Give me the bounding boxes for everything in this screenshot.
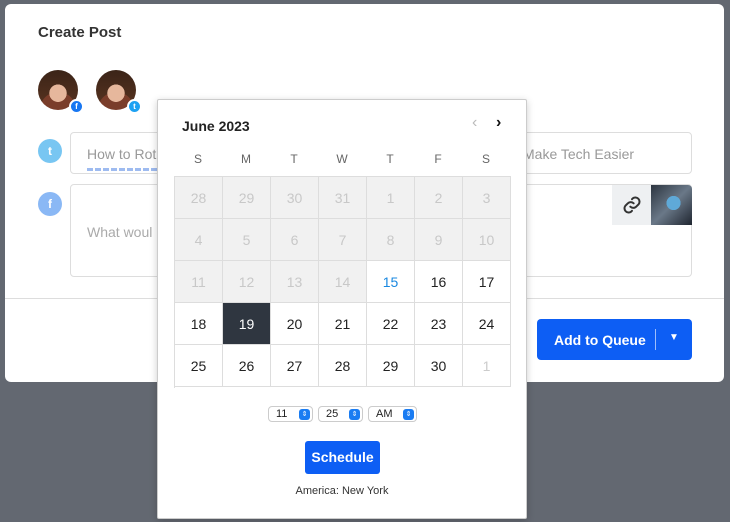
- twitter-post-text-end: Make Tech Easier: [523, 146, 635, 162]
- calendar-day: 7: [319, 219, 367, 261]
- calendar-day[interactable]: 25: [175, 345, 223, 387]
- calendar-day: 30: [271, 177, 319, 219]
- ampm-value: AM: [376, 408, 393, 420]
- calendar-day[interactable]: 20: [271, 303, 319, 345]
- calendar-day[interactable]: 17: [463, 261, 511, 303]
- twitter-icon: t: [38, 139, 62, 163]
- calendar-day: 3: [463, 177, 511, 219]
- add-to-queue-label: Add to Queue: [554, 332, 646, 348]
- calendar-day[interactable]: 24: [463, 303, 511, 345]
- calendar-day: 14: [319, 261, 367, 303]
- calendar-day-selected[interactable]: 19: [223, 303, 271, 345]
- hour-value: 11: [276, 408, 288, 420]
- calendar-day: 10: [463, 219, 511, 261]
- calendar-day: 1: [463, 345, 511, 387]
- calendar-day: 31: [319, 177, 367, 219]
- schedule-button[interactable]: Schedule: [305, 441, 380, 474]
- timezone-label: America: New York: [295, 485, 389, 497]
- weekday-header: S: [193, 152, 202, 166]
- calendar-day[interactable]: 29: [367, 345, 415, 387]
- calendar-day: 8: [367, 219, 415, 261]
- select-arrows-icon: ⇕: [299, 409, 310, 420]
- modal-title: Create Post: [38, 24, 122, 41]
- calendar-day[interactable]: 21: [319, 303, 367, 345]
- calendar-day[interactable]: 26: [223, 345, 271, 387]
- calendar-day[interactable]: 22: [367, 303, 415, 345]
- calendar-day-grid: 28 29 30 31 1 2 3 4 5 6 7 8 9 10 11 12 13 14 15 16 17 18 19 20 2…: [174, 176, 511, 388]
- calendar-day: 9: [415, 219, 463, 261]
- calendar-day: 29: [223, 177, 271, 219]
- calendar-day: 13: [271, 261, 319, 303]
- calendar-month-label: June 2023: [182, 118, 250, 134]
- calendar-day[interactable]: 28: [319, 345, 367, 387]
- calendar-day[interactable]: 23: [415, 303, 463, 345]
- calendar-day: 11: [175, 261, 223, 303]
- chevron-down-icon[interactable]: ▼: [669, 332, 679, 343]
- add-to-queue-button[interactable]: Add to Queue ▼: [537, 319, 692, 360]
- link-preview-line: [87, 168, 167, 171]
- button-separator: [655, 329, 656, 350]
- weekday-header: W: [336, 152, 348, 166]
- calendar-day: 5: [223, 219, 271, 261]
- ampm-select[interactable]: AM ⇕: [368, 406, 417, 422]
- minute-value: 25: [326, 408, 339, 420]
- calendar-day: 2: [415, 177, 463, 219]
- weekday-header: T: [290, 152, 298, 166]
- calendar-day-today[interactable]: 15: [367, 261, 415, 303]
- chevron-right-icon[interactable]: ›: [496, 114, 501, 132]
- link-icon[interactable]: [612, 185, 652, 225]
- calendar-day[interactable]: 18: [175, 303, 223, 345]
- twitter-account-avatar[interactable]: t: [96, 70, 142, 114]
- calendar-day[interactable]: 30: [415, 345, 463, 387]
- calendar-day: 1: [367, 177, 415, 219]
- facebook-icon: f: [38, 192, 62, 216]
- calendar-day: 12: [223, 261, 271, 303]
- facebook-post-placeholder: What woul: [87, 224, 153, 240]
- weekday-header: S: [481, 152, 490, 166]
- attached-image-thumbnail[interactable]: [651, 185, 692, 225]
- calendar-day: 6: [271, 219, 319, 261]
- weekday-header: T: [386, 152, 394, 166]
- facebook-account-avatar[interactable]: f: [38, 70, 84, 114]
- calendar-day: 28: [175, 177, 223, 219]
- facebook-icon: f: [69, 99, 84, 114]
- twitter-post-text-start: How to Rot: [87, 146, 157, 162]
- calendar-day[interactable]: 27: [271, 345, 319, 387]
- weekday-header: F: [434, 152, 442, 166]
- hour-select[interactable]: 11 ⇕: [268, 406, 313, 422]
- calendar-day[interactable]: 16: [415, 261, 463, 303]
- weekday-header: M: [241, 152, 251, 166]
- chevron-left-icon[interactable]: ‹: [472, 114, 477, 132]
- schedule-datepicker: June 2023 ‹ › 28 29 30 31 1 2 3 4 5 6 7 8 9 10 11 12 13 1…: [157, 99, 527, 519]
- select-arrows-icon: ⇕: [403, 409, 414, 420]
- select-arrows-icon: ⇕: [349, 409, 360, 420]
- minute-select[interactable]: 25 ⇕: [318, 406, 363, 422]
- calendar-day: 4: [175, 219, 223, 261]
- twitter-icon: t: [127, 99, 142, 114]
